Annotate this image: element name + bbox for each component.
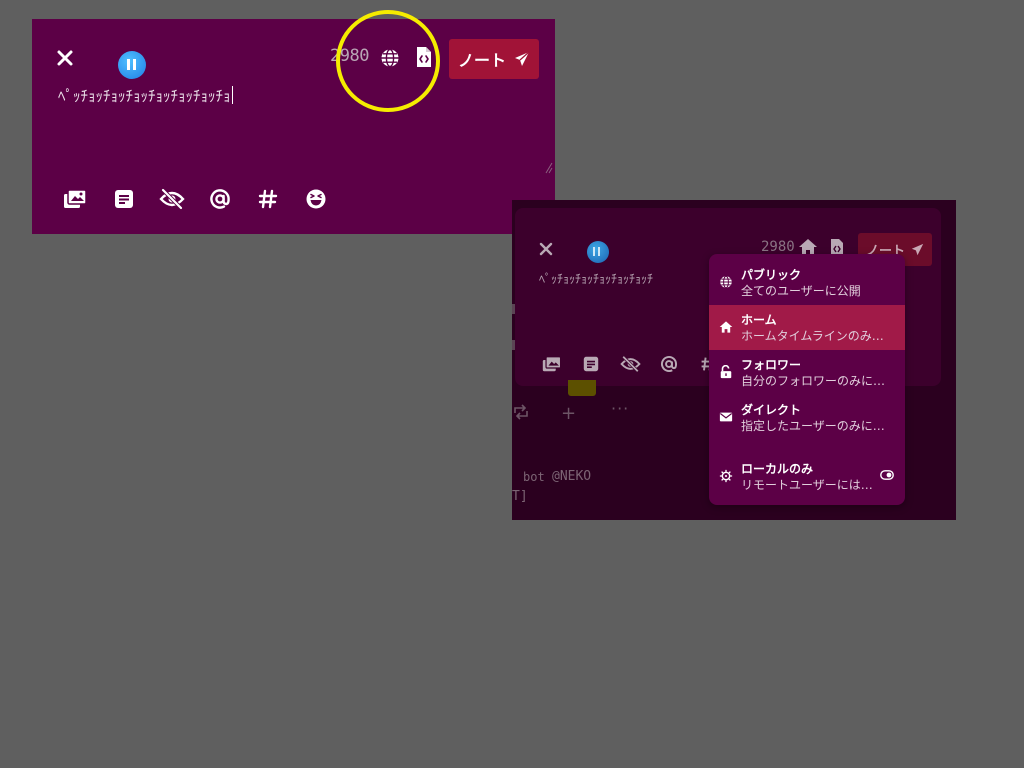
option-title: ローカルのみ	[741, 462, 814, 476]
visibility-option-public[interactable]: パブリック 全てのユーザーに公開	[709, 260, 905, 305]
option-description: 指定したユーザーのみに…	[741, 419, 885, 433]
attach-media-icon[interactable]	[541, 353, 563, 375]
post-composer: 2980 ノート ﾍﾟｯﾁｮｯﾁｮｯﾁｮｯﾁｮｯﾁｮｯﾁｮｯﾁｮ	[32, 19, 555, 234]
visibility-option-followers[interactable]: フォロワー 自分のフォロワーのみに…	[709, 350, 905, 395]
send-icon	[514, 51, 530, 67]
emoji-icon[interactable]	[302, 185, 330, 213]
option-description: ホームタイムラインのみ…	[741, 329, 884, 343]
visibility-menu-screenshot: 2980 ノート ﾍﾟｯﾁｮｯﾁｮｯﾁｮｯﾁｮｯﾁｮｯﾁ + ··· bot @…	[512, 200, 956, 520]
resize-handle[interactable]	[545, 155, 553, 175]
home-icon	[719, 320, 733, 334]
poll-icon[interactable]	[110, 185, 138, 213]
post-text: ﾍﾟｯﾁｮｯﾁｮｯﾁｮｯﾁｮｯﾁｮｯﾁｮｯﾁｮ	[58, 87, 231, 105]
toggle-off-icon[interactable]	[880, 470, 894, 480]
option-title: ダイレクト	[741, 403, 802, 417]
visibility-option-home[interactable]: ホーム ホームタイムラインのみ…	[709, 305, 905, 350]
option-title: フォロワー	[741, 358, 802, 372]
composer-toolbar	[541, 353, 719, 375]
background-badge	[568, 380, 596, 396]
visibility-option-direct[interactable]: ダイレクト 指定したユーザーのみに…	[709, 395, 905, 440]
globe-icon	[719, 275, 733, 289]
character-counter: 2980	[761, 239, 795, 255]
timeline-fragment: T]	[512, 489, 528, 504]
avatar[interactable]	[587, 241, 609, 263]
post-text-input[interactable]: ﾍﾟｯﾁｮｯﾁｮｯﾁｮｯﾁｮｯﾁｮｯﾁｮｯﾁｮ	[58, 85, 233, 106]
option-description: 全てのユーザーに公開	[741, 284, 861, 298]
unlock-icon	[719, 365, 733, 379]
option-title: パブリック	[741, 268, 802, 282]
globe-icon[interactable]	[379, 47, 401, 69]
post-text: ﾍﾟｯﾁｮｯﾁｮｯﾁｮｯﾁｮｯﾁｮｯﾁ	[539, 272, 654, 286]
option-description: リモートユーザーには…	[741, 478, 873, 492]
option-title: ホーム	[741, 313, 777, 327]
send-icon	[911, 243, 924, 256]
plus-icon[interactable]: +	[561, 403, 576, 424]
renote-icon[interactable]	[512, 404, 530, 420]
option-description: 自分のフォロワーのみに…	[741, 374, 886, 388]
poll-icon[interactable]	[580, 353, 602, 375]
more-icon[interactable]: ···	[611, 399, 629, 418]
virus-icon	[719, 469, 733, 483]
user-handle: @NEKO	[552, 469, 592, 484]
close-icon[interactable]	[537, 240, 555, 258]
visibility-option-local-only[interactable]: ローカルのみ リモートユーザーには…	[709, 454, 905, 499]
visibility-menu: パブリック 全てのユーザーに公開 ホーム ホームタイムラインのみ… フォロワー …	[709, 254, 905, 505]
content-warning-icon[interactable]	[619, 353, 641, 375]
character-counter: 2980	[330, 46, 369, 66]
note-button-label: ノート	[457, 51, 506, 70]
mention-icon[interactable]	[206, 185, 234, 213]
composer-toolbar	[62, 185, 330, 213]
note-submit-button[interactable]: ノート	[449, 39, 539, 79]
avatar[interactable]	[118, 51, 146, 79]
attach-media-icon[interactable]	[62, 185, 90, 213]
close-icon[interactable]	[52, 45, 78, 71]
bot-label: bot	[523, 470, 545, 484]
mention-icon[interactable]	[658, 353, 680, 375]
content-warning-icon[interactable]	[158, 185, 186, 213]
text-caret	[231, 86, 233, 104]
file-code-icon[interactable]	[413, 45, 435, 69]
envelope-icon	[719, 410, 733, 424]
hashtag-icon[interactable]	[254, 185, 282, 213]
